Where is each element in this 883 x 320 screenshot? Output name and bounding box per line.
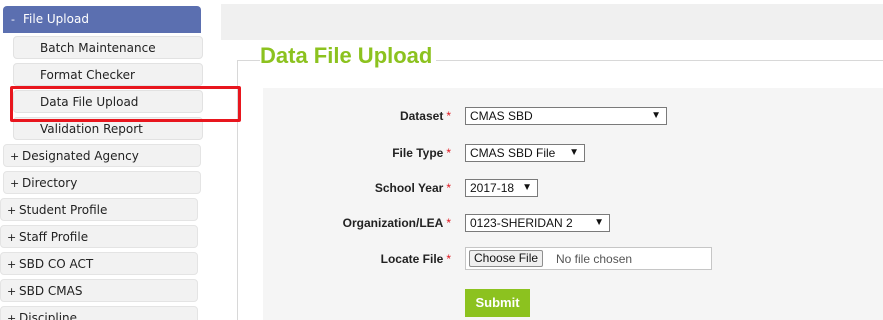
sidebar-item-label: Validation Report [40, 122, 143, 136]
sidebar-item-designated-agency[interactable]: + Designated Agency [3, 144, 201, 167]
submit-button[interactable]: Submit [465, 289, 530, 317]
required-marker: * [446, 146, 451, 160]
page-title: Data File Upload [260, 43, 437, 69]
sidebar-item-label: Directory [22, 176, 78, 190]
plus-icon: + [10, 150, 20, 163]
sidebar-item-label: Student Profile [19, 203, 108, 217]
plus-icon: + [7, 312, 17, 320]
file-type-select[interactable]: CMAS SBD File ▼ [465, 144, 585, 162]
sidebar-item-sbd-co-act[interactable]: + SBD CO ACT [0, 252, 198, 275]
required-marker: * [446, 252, 451, 266]
organization-select[interactable]: 0123-SHERIDAN 2 ▼ [465, 214, 610, 232]
plus-icon: + [7, 204, 17, 217]
app-window: - File Upload Batch Maintenance Format Ch… [0, 0, 883, 320]
dataset-label: Dataset * [399, 109, 451, 123]
highlight-annotation [10, 86, 241, 122]
plus-icon: + [7, 231, 17, 244]
school-year-select[interactable]: 2017-18 ▼ [465, 179, 538, 197]
required-marker: * [446, 181, 451, 195]
top-bar [221, 4, 883, 40]
file-input: Choose File No file chosen [465, 247, 712, 270]
plus-icon: + [10, 177, 20, 190]
school-year-label: School Year * [374, 181, 451, 195]
sidebar-item-discipline[interactable]: + Discipline [0, 306, 198, 320]
chevron-down-icon: ▼ [594, 217, 604, 228]
sidebar-item-label: Staff Profile [19, 230, 89, 244]
sidebar-item-staff-profile[interactable]: + Staff Profile [0, 225, 198, 248]
locate-file-label: Locate File * [380, 252, 451, 266]
plus-icon: + [7, 285, 17, 298]
required-marker: * [446, 109, 451, 123]
chevron-down-icon: ▼ [522, 182, 532, 193]
chevron-down-icon: ▼ [651, 110, 661, 121]
sidebar-item-label: SBD CMAS [19, 284, 83, 298]
sidebar-item-label: Discipline [19, 311, 78, 320]
sidebar-item-label: Format Checker [40, 68, 135, 82]
sidebar-item-label: Designated Agency [22, 149, 139, 163]
sidebar-item-file-upload[interactable]: - File Upload [3, 6, 201, 33]
file-status: No file chosen [556, 252, 633, 266]
sidebar: - File Upload Batch Maintenance Format Ch… [0, 0, 205, 320]
minus-icon: - [11, 13, 15, 26]
dataset-select[interactable]: CMAS SBD ▼ [465, 107, 667, 125]
file-type-label: File Type * [392, 146, 451, 160]
sidebar-item-format-checker[interactable]: Format Checker [13, 63, 203, 86]
chevron-down-icon: ▼ [569, 147, 579, 158]
choose-file-button[interactable]: Choose File [469, 250, 544, 267]
plus-icon: + [7, 258, 17, 271]
sidebar-item-label: File Upload [23, 12, 89, 26]
sidebar-item-label: Batch Maintenance [40, 41, 156, 55]
sidebar-item-directory[interactable]: + Directory [3, 171, 201, 194]
sidebar-item-student-profile[interactable]: + Student Profile [0, 198, 198, 221]
sidebar-item-sbd-cmas[interactable]: + SBD CMAS [0, 279, 198, 302]
required-marker: * [446, 216, 451, 230]
organization-label: Organization/LEA * [342, 216, 451, 230]
sidebar-item-batch-maintenance[interactable]: Batch Maintenance [13, 36, 203, 59]
sidebar-item-label: SBD CO ACT [19, 257, 94, 271]
